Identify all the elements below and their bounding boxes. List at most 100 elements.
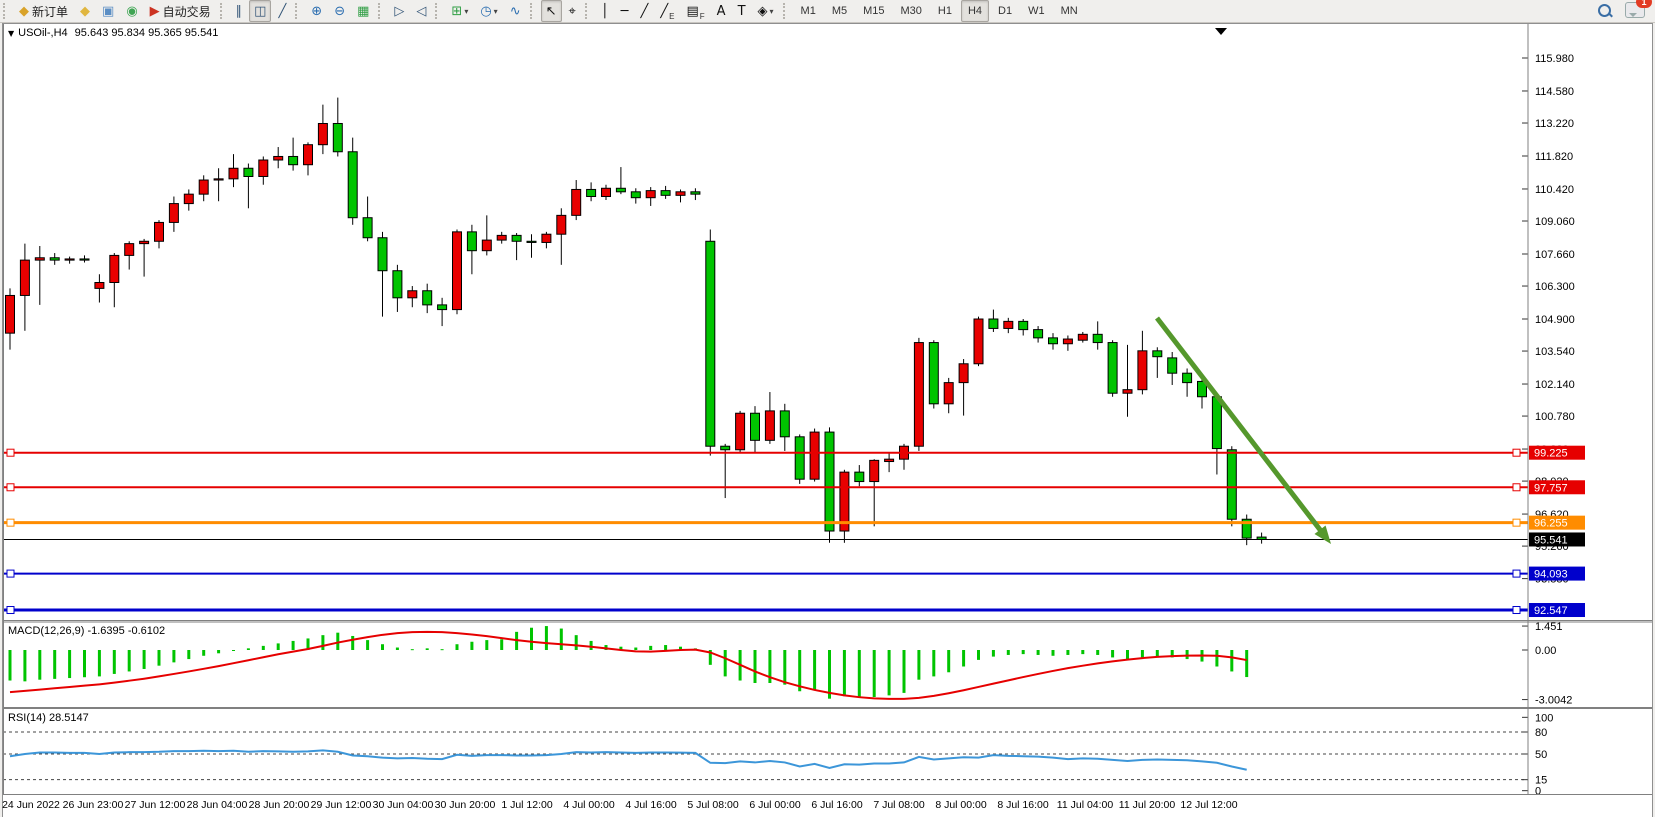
chart-window[interactable]: ▼ USOil-,H4 95.643 95.834 95.365 95.541 … bbox=[2, 23, 1653, 817]
support-line-96.255 bbox=[3, 519, 1528, 526]
text-label-button[interactable]: T bbox=[733, 0, 751, 22]
timeframe-w1-button[interactable]: W1 bbox=[1021, 0, 1052, 22]
line-chart-button[interactable]: ╱ bbox=[273, 0, 291, 22]
macd-pane-canvas[interactable]: 1.4510.00-3.0042MACD(12,26,9) -1.6395 -0… bbox=[3, 621, 1652, 708]
auto-scroll-button[interactable]: ▷ bbox=[389, 0, 409, 22]
timeframe-m1-button[interactable]: M1 bbox=[794, 0, 823, 22]
svg-text:110.420: 110.420 bbox=[1535, 184, 1574, 196]
channel-button[interactable]: ╱E bbox=[655, 0, 679, 22]
toolbar-grip[interactable] bbox=[220, 3, 227, 19]
candle bbox=[35, 258, 44, 260]
candle bbox=[214, 179, 223, 180]
tile-windows-icon: ▦ bbox=[357, 5, 369, 18]
candle bbox=[751, 413, 760, 440]
bar-chart-button[interactable]: ∥ bbox=[231, 0, 248, 22]
candle bbox=[348, 152, 357, 218]
signals-icon-button[interactable]: ◉ bbox=[121, 0, 142, 22]
time-axis[interactable]: 24 Jun 202226 Jun 23:0027 Jun 12:0028 Ju… bbox=[3, 794, 1652, 817]
line-handle bbox=[1513, 570, 1520, 577]
svg-text:100.780: 100.780 bbox=[1535, 411, 1575, 423]
notification-badge: 1 bbox=[1636, 0, 1652, 8]
toolbar-grip[interactable] bbox=[3, 3, 10, 19]
candle bbox=[274, 156, 283, 160]
trendline-icon: ╱ bbox=[640, 5, 648, 18]
candle bbox=[184, 194, 193, 203]
toolbar-grip[interactable] bbox=[783, 3, 790, 19]
svg-text:95.541: 95.541 bbox=[1534, 534, 1568, 546]
candle bbox=[50, 258, 59, 260]
line-handle bbox=[7, 484, 14, 491]
chart-shift-marker bbox=[1215, 28, 1227, 35]
candle bbox=[825, 432, 834, 531]
toolbar-grip[interactable] bbox=[435, 3, 442, 19]
dropdown-arrow-icon[interactable]: ▾ bbox=[770, 7, 774, 16]
timeframe-h4-button-label: H4 bbox=[968, 5, 982, 17]
autotrading-button[interactable]: ▶自动交易 bbox=[145, 0, 216, 22]
timeframe-m5-button[interactable]: M5 bbox=[825, 0, 854, 22]
timeframe-d1-button[interactable]: D1 bbox=[991, 0, 1019, 22]
new-order-button[interactable]: ◆新订单 bbox=[14, 0, 73, 22]
line-handle bbox=[1513, 449, 1520, 456]
candle bbox=[959, 364, 968, 383]
fibonacci-button[interactable]: ▤F bbox=[681, 0, 709, 22]
crosshair-button[interactable]: ⌖ bbox=[564, 0, 581, 22]
new-chart-button[interactable]: ⊞▾ bbox=[446, 0, 473, 22]
horizontal-line-button[interactable]: ─ bbox=[616, 0, 634, 22]
svg-text:97.757: 97.757 bbox=[1534, 482, 1568, 494]
line-handle bbox=[1513, 484, 1520, 491]
resistance-line-99.225 bbox=[3, 449, 1528, 456]
timeframe-m30-button[interactable]: M30 bbox=[894, 0, 929, 22]
trendline-button[interactable]: ╱ bbox=[635, 0, 653, 22]
zoom-out-button[interactable]: ⊖ bbox=[329, 0, 350, 22]
candle bbox=[676, 192, 685, 196]
chart-shift-button[interactable]: ◁ bbox=[411, 0, 431, 22]
toolbar-grip[interactable] bbox=[530, 3, 537, 19]
collapse-icon[interactable]: ▼ bbox=[8, 29, 14, 38]
rsi-pane-canvas[interactable]: 1008050150RSI(14) 28.5147 bbox=[3, 708, 1652, 794]
candle bbox=[616, 188, 625, 192]
timeframe-mn-button[interactable]: MN bbox=[1054, 0, 1085, 22]
candle bbox=[691, 192, 700, 194]
toolbar-grip[interactable] bbox=[585, 3, 592, 19]
line-handle bbox=[1513, 519, 1520, 526]
indicator-list-icon: ∿ bbox=[510, 5, 521, 18]
search-icon[interactable] bbox=[1597, 3, 1613, 19]
chat-button[interactable]: 1 bbox=[1625, 2, 1645, 21]
coins-icon-button[interactable]: ◆ bbox=[75, 0, 95, 22]
vertical-line-button[interactable]: │ bbox=[596, 0, 614, 22]
cursor-button[interactable]: ↖ bbox=[541, 0, 562, 22]
candle bbox=[542, 234, 551, 242]
candle bbox=[169, 204, 178, 223]
candle bbox=[304, 145, 313, 165]
candle bbox=[453, 232, 462, 310]
timeframe-h1-button[interactable]: H1 bbox=[931, 0, 959, 22]
candle bbox=[199, 180, 208, 194]
profiles-button[interactable]: ◷▾ bbox=[475, 0, 502, 22]
timeframe-m15-button[interactable]: M15 bbox=[856, 0, 891, 22]
candle bbox=[1078, 334, 1087, 340]
svg-text:109.060: 109.060 bbox=[1535, 216, 1575, 228]
toolbar-grip[interactable] bbox=[378, 3, 385, 19]
dropdown-arrow-icon[interactable]: ▾ bbox=[494, 7, 498, 16]
candle bbox=[1227, 450, 1236, 519]
text-button[interactable]: A bbox=[712, 0, 731, 22]
candle bbox=[587, 189, 596, 196]
candle bbox=[870, 460, 879, 481]
mql-community-icon-button[interactable]: ▣ bbox=[97, 0, 119, 22]
candle bbox=[1019, 321, 1028, 329]
dropdown-arrow-icon[interactable]: ▾ bbox=[464, 7, 468, 16]
arrows-shapes-icon: ◈ bbox=[758, 5, 768, 18]
timeframe-h4-button[interactable]: H4 bbox=[961, 0, 989, 22]
tile-windows-button[interactable]: ▦ bbox=[352, 0, 374, 22]
svg-text:107.660: 107.660 bbox=[1535, 249, 1575, 261]
zoom-in-button[interactable]: ⊕ bbox=[306, 0, 327, 22]
vertical-line-icon: │ bbox=[601, 5, 609, 18]
price-chart-canvas[interactable]: 115.980114.580113.220111.820110.420109.0… bbox=[3, 24, 1652, 621]
svg-text:102.140: 102.140 bbox=[1535, 379, 1575, 391]
indicator-list-button[interactable]: ∿ bbox=[505, 0, 526, 22]
toolbar-grip[interactable] bbox=[295, 3, 302, 19]
candlestick-chart-button[interactable]: ◫ bbox=[249, 0, 271, 22]
candle bbox=[706, 241, 715, 446]
arrows-shapes-button[interactable]: ◈▾ bbox=[753, 0, 779, 22]
auto-scroll-icon: ▷ bbox=[394, 5, 404, 18]
